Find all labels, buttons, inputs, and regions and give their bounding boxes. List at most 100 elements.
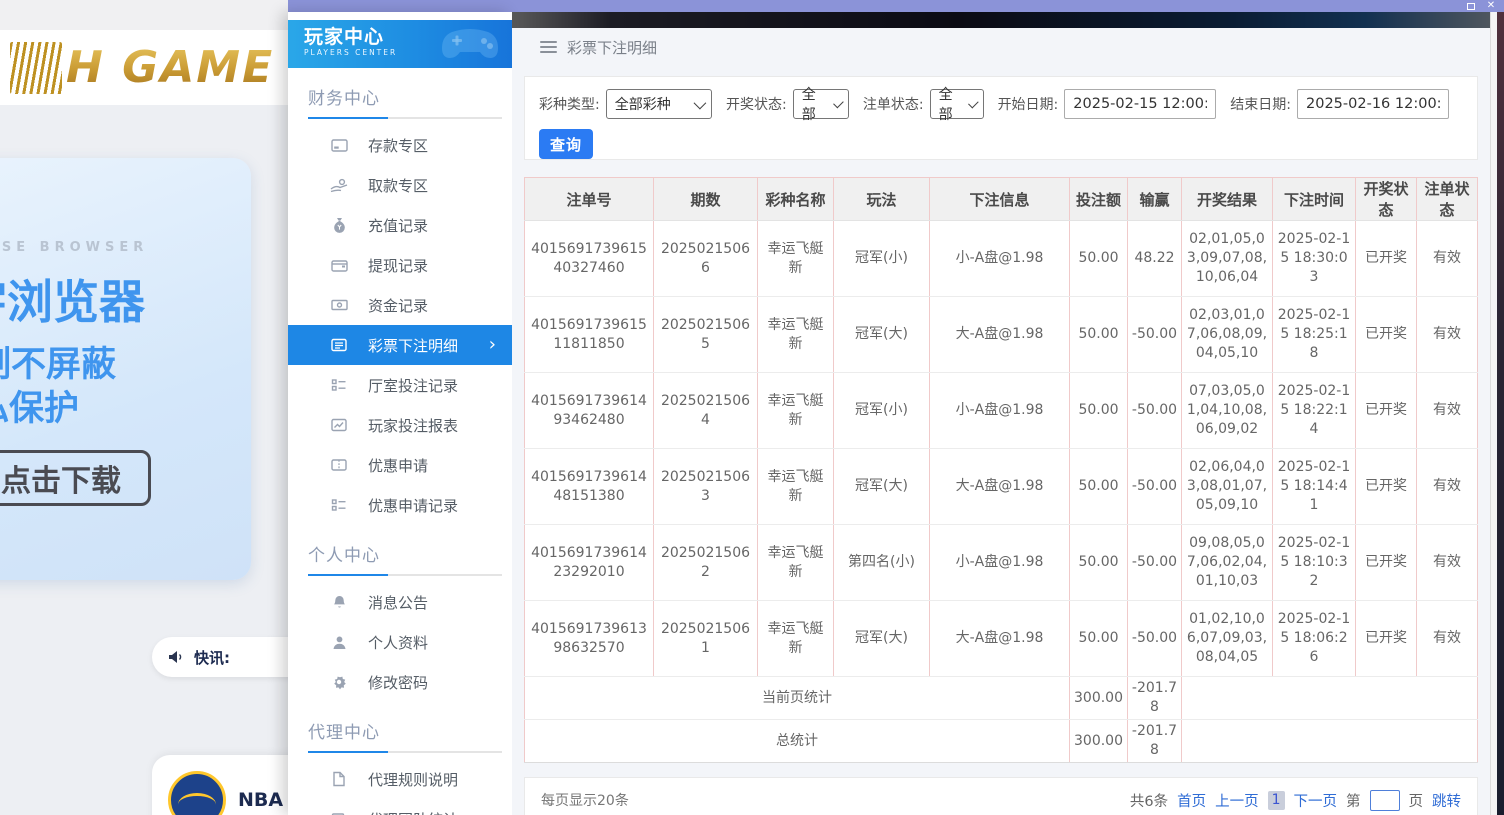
sidebar-item-promo-apply[interactable]: 优惠申请 [288, 445, 512, 485]
table-cell: 02,06,04,03,08,01,07,05,09,10 [1182, 449, 1273, 525]
table-cell: 20250215066 [654, 221, 758, 297]
close-button[interactable]: ✕ [1484, 0, 1498, 12]
download-button[interactable]: 点击下载 [0, 450, 151, 506]
page-prefix-label: 第 [1346, 790, 1361, 811]
table-cell: 大-A盘@1.98 [930, 449, 1070, 525]
list-boxes-icon [330, 496, 348, 514]
sidebar-item-label: 修改密码 [368, 672, 428, 693]
sidebar-item-deposit-zone[interactable]: 存款专区 [288, 125, 512, 165]
table-cell: 02,03,01,07,06,08,09,04,05,10 [1182, 297, 1273, 373]
sidebar-item-recharge-records[interactable]: 充值记录 [288, 205, 512, 245]
draw-status-select[interactable]: 全部 [793, 89, 849, 119]
site-logo-band: H GAME [0, 30, 288, 105]
sidebar-item-player-bet-report[interactable]: 玩家投注报表 [288, 405, 512, 445]
start-date-label: 开始日期: [998, 94, 1059, 114]
sidebar-item-lottery-bet-details[interactable]: 彩票下注明细› [288, 325, 512, 365]
user-icon [330, 633, 348, 651]
table-cell: 小-A盘@1.98 [930, 373, 1070, 449]
main-content: 彩票下注明细 彩种类型: 全部彩种 开奖状态: 全部 注单状态: 全部 [512, 28, 1490, 815]
table-row: 40156917396142329201020250215062幸运飞艇新第四名… [525, 525, 1478, 601]
sidebar-item-label: 厅室投注记录 [368, 375, 458, 396]
table-cell: 2025-02-15 18:22:14 [1273, 373, 1356, 449]
table-column-header: 输赢 [1128, 178, 1182, 221]
logo-bars-decoration [10, 42, 62, 94]
nba-card[interactable]: NBA [152, 755, 288, 815]
sidebar-item-label: 消息公告 [368, 592, 428, 613]
bank-card-icon [330, 136, 348, 154]
browser-promo-banner[interactable]: ERSE BROWSER 宇浏览器 限制不屏蔽 隐私保护 点击下载 [0, 158, 251, 580]
chevron-down-icon [968, 97, 978, 107]
background-top-strip [0, 0, 288, 30]
table-column-header: 注单号 [525, 178, 654, 221]
sidebar-item-funds-records[interactable]: 资金记录 [288, 285, 512, 325]
table-cell: -50.00 [1128, 373, 1182, 449]
nba-card-label: NBA [238, 789, 283, 811]
table-cell: 已开奖 [1356, 221, 1417, 297]
sidebar-item-hall-bet-records[interactable]: 厅室投注记录 [288, 365, 512, 405]
table-cell: 02,01,05,03,09,07,08,10,06,04 [1182, 221, 1273, 297]
promo-subtitle: ERSE BROWSER [0, 240, 148, 255]
chevron-right-icon: › [489, 336, 496, 354]
lottery-type-select[interactable]: 全部彩种 [606, 89, 712, 119]
table-cell: 第四名(小) [834, 525, 930, 601]
summary-row: 总统计 300.00 -201.78 [525, 720, 1478, 763]
menu-toggle-icon[interactable] [540, 41, 557, 53]
sidebar-item-label: 玩家投注报表 [368, 415, 458, 436]
sidebar-item-label: 代理团队统计 [368, 809, 458, 815]
sidebar-item-agent-rules[interactable]: 代理规则说明 [288, 759, 512, 799]
table-cell: 幸运飞艇新 [758, 525, 834, 601]
table-cell: 有效 [1417, 297, 1478, 373]
page-header: 彩票下注明细 [512, 28, 1490, 66]
prev-page-link[interactable]: 上一页 [1215, 790, 1259, 811]
chevron-down-icon [694, 96, 707, 109]
page-title: 彩票下注明细 [567, 37, 657, 58]
scrollbar-track[interactable] [1490, 12, 1497, 815]
sidebar-item-withdraw-zone[interactable]: 取款专区 [288, 165, 512, 205]
end-date-input[interactable] [1297, 89, 1449, 119]
table-cell: 已开奖 [1356, 525, 1417, 601]
order-status-select[interactable]: 全部 [930, 89, 984, 119]
news-ticker-label: 快讯: [194, 647, 230, 668]
first-page-link[interactable]: 首页 [1177, 790, 1206, 811]
sidebar-item-label: 取款专区 [368, 175, 428, 196]
start-date-input[interactable] [1064, 89, 1216, 119]
sidebar-item-label: 代理规则说明 [368, 769, 458, 790]
sidebar-item-label: 优惠申请记录 [368, 495, 458, 516]
table-column-header: 下注时间 [1273, 178, 1356, 221]
maximize-button[interactable] [1464, 0, 1478, 12]
table-cell: 冠军(大) [834, 297, 930, 373]
sidebar: 玩家中心 PLAYERS CENTER 财务中心 存款专区 取款专区 充值记录 … [288, 12, 512, 815]
sidebar-item-agent-team-stats[interactable]: 代理团队统计 [288, 799, 512, 815]
sidebar-item-promo-apply-records[interactable]: 优惠申请记录 [288, 485, 512, 525]
sidebar-section: 代理中心 代理规则说明 代理团队统计 [288, 712, 512, 815]
table-column-header: 玩法 [834, 178, 930, 221]
sidebar-item-label: 提现记录 [368, 255, 428, 276]
table-row: 40156917396151181185020250215065幸运飞艇新冠军(… [525, 297, 1478, 373]
table-cell: 20250215062 [654, 525, 758, 601]
table-cell: -50.00 [1128, 297, 1182, 373]
promo-title: 宇浏览器 [0, 266, 145, 332]
gear-icon [330, 673, 348, 691]
table-cell: 小-A盘@1.98 [930, 525, 1070, 601]
bell-icon [330, 593, 348, 611]
table-column-header: 注单状态 [1417, 178, 1478, 221]
maximize-icon [1467, 3, 1475, 10]
sidebar-item-personal-profile[interactable]: 个人资料 [288, 622, 512, 662]
lottery-type-label: 彩种类型: [539, 94, 600, 114]
sidebar-item-message-notice[interactable]: 消息公告 [288, 582, 512, 622]
sidebar-item-change-password[interactable]: 修改密码 [288, 662, 512, 702]
section-underline [308, 751, 502, 753]
summary-winloss-total: -201.78 [1128, 720, 1182, 763]
table-cell: 大-A盘@1.98 [930, 297, 1070, 373]
table-row: 40156917396139863257020250215061幸运飞艇新冠军(… [525, 601, 1478, 677]
jump-page-input[interactable] [1370, 790, 1400, 811]
coupon-icon [330, 456, 348, 474]
sidebar-item-withdrawal-records[interactable]: 提现记录 [288, 245, 512, 285]
table-cell: 401569173961398632570 [525, 601, 654, 677]
search-button[interactable]: 查询 [539, 129, 593, 159]
table-cell: 20250215063 [654, 449, 758, 525]
table-cell: 已开奖 [1356, 373, 1417, 449]
next-page-link[interactable]: 下一页 [1294, 790, 1338, 811]
jump-link[interactable]: 跳转 [1432, 790, 1461, 811]
table-cell: 有效 [1417, 373, 1478, 449]
